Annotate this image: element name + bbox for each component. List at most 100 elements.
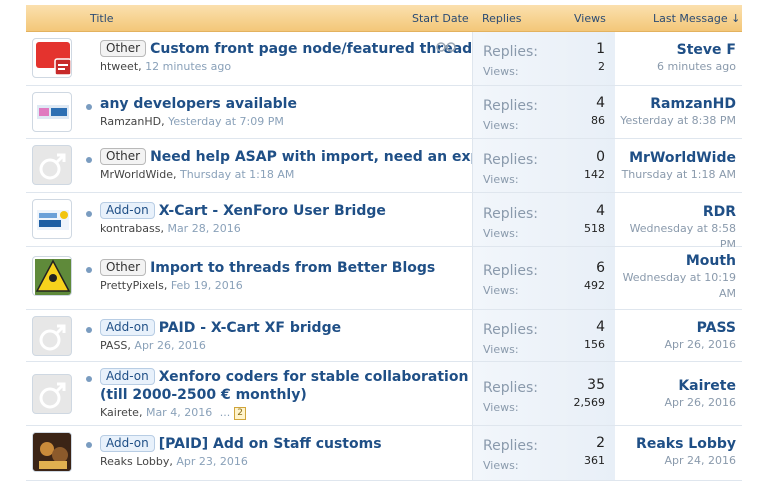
thread-start-date[interactable]: 12 minutes ago: [145, 60, 231, 73]
unread-dot-icon: [86, 376, 92, 382]
thread-main: Add-on PAID - X-Cart XF bridge PASS, Apr …: [100, 319, 342, 352]
last-poster-link[interactable]: Steve F: [616, 41, 736, 59]
thread-prefix[interactable]: Other: [100, 148, 147, 165]
last-poster-link[interactable]: Mouth: [616, 252, 736, 270]
sort-views-link[interactable]: Views: [574, 12, 606, 25]
thread-stats: Replies: 4 Views: 86: [472, 86, 615, 138]
avatar-logo-icon: [35, 259, 71, 295]
last-post-time[interactable]: 6 minutes ago: [616, 59, 736, 75]
unread-dot-icon: [86, 267, 92, 273]
last-poster-link[interactable]: PASS: [616, 319, 736, 337]
last-poster-link[interactable]: Reaks Lobby: [616, 435, 736, 453]
thread-stats: Replies: 35 Views: 2,569: [472, 362, 615, 425]
unread-dot-icon: [86, 211, 92, 217]
thread-start-date[interactable]: Feb 19, 2016: [171, 279, 243, 292]
preview-glasses-icon[interactable]: [436, 41, 456, 57]
thread-list: Title Start Date Replies Views Last Mess…: [0, 0, 768, 486]
thread-title-link[interactable]: PAID - X-Cart XF bridge: [159, 320, 341, 336]
thread-main: Other Import to threads from Better Blogs…: [100, 259, 436, 292]
thread-title-link[interactable]: Custom front page node/featured threads: [150, 41, 480, 57]
thread-row: Other Import to threads from Better Blogs…: [26, 247, 742, 310]
thread-start-date[interactable]: Apr 26, 2016: [134, 339, 206, 352]
avatar-photo-icon: [33, 433, 71, 471]
avatar[interactable]: [32, 374, 72, 414]
thread-start-date[interactable]: Apr 23, 2016: [176, 455, 248, 468]
avatar[interactable]: [32, 145, 72, 185]
replies-label: Replies:: [483, 380, 539, 396]
thread-prefix[interactable]: Other: [100, 40, 147, 57]
sort-last-message-link[interactable]: Last Message ↓: [653, 12, 740, 25]
sort-title-link[interactable]: Title: [90, 12, 114, 25]
last-post-time[interactable]: Yesterday at 8:38 PM: [616, 113, 736, 129]
thread-author[interactable]: PASS: [100, 339, 127, 352]
avatar-logo-icon: [37, 105, 69, 119]
thread-author[interactable]: Reaks Lobby: [100, 455, 169, 468]
thread-title-link[interactable]: Import to threads from Better Blogs: [150, 260, 435, 276]
views-count: 156: [584, 338, 605, 351]
last-message: Reaks Lobby Apr 24, 2016: [616, 426, 736, 480]
avatar[interactable]: [32, 256, 72, 296]
thread-author[interactable]: kontrabass: [100, 222, 160, 235]
avatar[interactable]: [32, 92, 72, 132]
thread-author[interactable]: MrWorldWide: [100, 168, 173, 181]
thread-main: Add-on X-Cart - XenForo User Bridge kontr…: [100, 202, 386, 235]
thread-author[interactable]: PrettyPixels: [100, 279, 164, 292]
last-poster-link[interactable]: Kairete: [616, 377, 736, 395]
replies-count: 6: [596, 260, 605, 276]
page-2-link[interactable]: 2: [234, 407, 246, 420]
default-male-avatar-icon: [39, 324, 66, 351]
thread-title-link[interactable]: [PAID] Add on Staff customs: [159, 436, 382, 452]
last-post-time[interactable]: Apr 26, 2016: [616, 337, 736, 353]
views-label: Views:: [483, 65, 519, 78]
last-poster-link[interactable]: RamzanHD: [616, 95, 736, 113]
thread-start-date[interactable]: Mar 4, 2016: [146, 406, 212, 419]
unread-dot-icon: [86, 104, 92, 110]
sort-start-date-link[interactable]: Start Date: [412, 12, 469, 25]
thread-prefix[interactable]: Add-on: [100, 435, 155, 452]
thread-stats: Replies: 2 Views: 361: [472, 426, 615, 480]
default-male-avatar-icon: [39, 153, 66, 180]
views-label: Views:: [483, 173, 519, 186]
thread-prefix[interactable]: Add-on: [100, 368, 155, 385]
thread-row: Add-on X-Cart - XenForo User Bridge kontr…: [26, 193, 742, 251]
thread-author[interactable]: htweet: [100, 60, 138, 73]
last-post-time[interactable]: Apr 24, 2016: [616, 453, 736, 469]
last-post-time[interactable]: Wednesday at 10:19 AM: [616, 270, 736, 302]
thread-row: Other Custom front page node/featured thr…: [26, 32, 742, 86]
last-post-time[interactable]: Apr 26, 2016: [616, 395, 736, 411]
views-count: 2,569: [573, 396, 606, 409]
replies-label: Replies:: [483, 322, 539, 338]
thread-prefix[interactable]: Add-on: [100, 319, 155, 336]
thread-author[interactable]: Kairete: [100, 406, 139, 419]
thread-list-header: Title Start Date Replies Views Last Mess…: [26, 5, 742, 32]
views-count: 86: [591, 114, 605, 127]
last-post-time[interactable]: Thursday at 1:18 AM: [616, 167, 736, 183]
thread-title-link[interactable]: any developers available: [100, 96, 297, 112]
thread-title-link[interactable]: Xenforo coders for stable collaboration …: [100, 369, 468, 403]
replies-label: Replies:: [483, 263, 539, 279]
thread-stats: Replies: 6 Views: 492: [472, 247, 615, 309]
thread-start-date[interactable]: Thursday at 1:18 AM: [180, 168, 294, 181]
thread-title-link[interactable]: Need help ASAP with import, need an expe…: [150, 149, 504, 165]
avatar[interactable]: [32, 199, 72, 239]
views-count: 142: [584, 168, 605, 181]
replies-count: 35: [587, 377, 605, 393]
replies-label: Replies:: [483, 44, 539, 60]
thread-prefix[interactable]: Add-on: [100, 202, 155, 219]
thread-prefix[interactable]: Other: [100, 259, 147, 276]
thread-start-date[interactable]: Yesterday at 7:09 PM: [168, 115, 284, 128]
last-poster-link[interactable]: MrWorldWide: [616, 149, 736, 167]
thread-main: Other Need help ASAP with import, need an…: [100, 148, 504, 181]
sort-replies-link[interactable]: Replies: [482, 12, 522, 25]
thread-row: Add-on Xenforo coders for stable collabor…: [26, 362, 742, 426]
last-poster-link[interactable]: RDR: [616, 203, 736, 221]
thread-start-date[interactable]: Mar 28, 2016: [167, 222, 240, 235]
thread-main: any developers available RamzanHD, Yeste…: [100, 96, 297, 128]
thread-title-link[interactable]: X-Cart - XenForo User Bridge: [159, 203, 386, 219]
replies-label: Replies:: [483, 98, 539, 114]
replies-label: Replies:: [483, 438, 539, 454]
avatar[interactable]: [32, 38, 72, 78]
thread-author[interactable]: RamzanHD: [100, 115, 161, 128]
avatar[interactable]: [32, 432, 72, 472]
avatar[interactable]: [32, 316, 72, 356]
